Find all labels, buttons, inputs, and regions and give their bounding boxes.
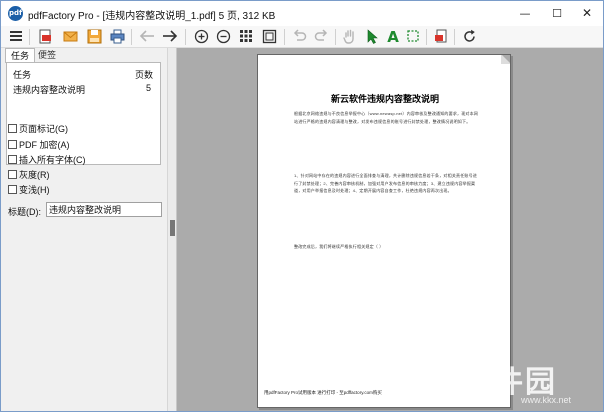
watermark-url: www.kkx.net bbox=[521, 395, 572, 405]
back-arrow-icon[interactable] bbox=[138, 28, 156, 46]
zoom-out-icon[interactable] bbox=[214, 28, 232, 46]
title-bar: pdf pdfFactory Pro - [违规内容整改说明_1.pdf] 5 … bbox=[1, 1, 603, 26]
embed-fonts-checkbox[interactable]: 插入所有字体(C) bbox=[8, 155, 86, 166]
text-tool-icon[interactable]: A bbox=[384, 28, 402, 46]
pdffactory-logo-icon: pdf bbox=[8, 6, 23, 21]
toolbar: A bbox=[1, 26, 603, 48]
pdf-save-icon[interactable] bbox=[36, 28, 54, 46]
print-icon[interactable] bbox=[108, 28, 126, 46]
maximize-button[interactable]: ☐ bbox=[541, 1, 573, 26]
hand-tool-icon[interactable] bbox=[341, 28, 359, 46]
doc-title-label: 标题(D): bbox=[8, 207, 41, 217]
app-window: pdf pdfFactory Pro - [违规内容整改说明_1.pdf] 5 … bbox=[0, 0, 604, 412]
grayscale-label: 灰度(R) bbox=[19, 170, 50, 180]
left-pane: 任务 便签 任务 页数 违规内容整改说明 5 页面标记(G) PDF 加密(A)… bbox=[1, 48, 167, 411]
task-column-header[interactable]: 任务 bbox=[13, 68, 31, 81]
thumbnails-icon[interactable] bbox=[237, 28, 255, 46]
checkbox-icon[interactable] bbox=[8, 140, 17, 149]
document-footer: 用pdfFactory Pro试用版本 进行打印 - 至pdffactory.c… bbox=[264, 390, 382, 395]
pages-column-header[interactable]: 页数 bbox=[135, 68, 153, 81]
task-row-name[interactable]: 违规内容整改说明 bbox=[13, 83, 85, 96]
doc-title-input[interactable] bbox=[46, 202, 162, 217]
task-row-pages: 5 bbox=[146, 83, 152, 93]
minimize-button[interactable]: — bbox=[509, 1, 541, 26]
undo-icon[interactable] bbox=[290, 28, 308, 46]
pane-splitter[interactable] bbox=[167, 48, 177, 411]
crop-icon[interactable] bbox=[404, 28, 422, 46]
shrink-checkbox[interactable]: 变浅(H) bbox=[8, 185, 50, 196]
document-paragraph: 1、针对网站中存在的违规内容进行全面排查与清理，共计删除违规信息若干条，对相关责… bbox=[294, 173, 478, 194]
page-marks-checkbox[interactable]: 页面标记(G) bbox=[8, 124, 68, 135]
checkbox-icon[interactable] bbox=[8, 155, 17, 164]
checkbox-icon[interactable] bbox=[8, 185, 17, 194]
checkbox-icon[interactable] bbox=[8, 170, 17, 179]
page-marks-label: 页面标记(G) bbox=[19, 124, 68, 134]
grayscale-checkbox[interactable]: 灰度(R) bbox=[8, 170, 50, 181]
tab-note[interactable]: 便签 bbox=[33, 48, 61, 62]
document-paragraph: 根据北京网络违规与不良信息举报中心（www.newasp.net）内容审核及整改… bbox=[294, 111, 479, 124]
checkbox-icon[interactable] bbox=[8, 124, 17, 133]
close-button[interactable]: ✕ bbox=[571, 1, 603, 26]
pdf-encrypt-label: PDF 加密(A) bbox=[19, 140, 70, 150]
document-title: 新云软件违规内容整改说明 bbox=[330, 94, 439, 104]
save-icon[interactable] bbox=[85, 28, 103, 46]
embed-fonts-label: 插入所有字体(C) bbox=[19, 155, 86, 165]
fit-page-icon[interactable] bbox=[260, 28, 278, 46]
email-icon[interactable] bbox=[61, 28, 79, 46]
window-title: pdfFactory Pro - [违规内容整改说明_1.pdf] 5 页, 3… bbox=[28, 11, 276, 22]
select-arrow-icon[interactable] bbox=[363, 28, 381, 46]
document-paragraph: 整改完成后，我们将继续严格执行相关规定（ ） bbox=[294, 244, 384, 249]
delete-page-icon[interactable] bbox=[432, 28, 450, 46]
page-fold-corner bbox=[501, 55, 510, 64]
zoom-in-icon[interactable] bbox=[192, 28, 210, 46]
pdf-page[interactable]: 新云软件违规内容整改说明 根据北京网络违规与不良信息举报中心（www.newas… bbox=[257, 54, 511, 408]
pdf-encrypt-checkbox[interactable]: PDF 加密(A) bbox=[8, 140, 70, 151]
shrink-label: 变浅(H) bbox=[19, 185, 50, 195]
menu-icon[interactable] bbox=[7, 28, 25, 46]
redo-icon[interactable] bbox=[312, 28, 330, 46]
collapse-arrow-icon[interactable] bbox=[170, 220, 175, 236]
tab-task[interactable]: 任务 bbox=[5, 48, 36, 63]
refresh-icon[interactable] bbox=[460, 28, 478, 46]
forward-arrow-icon[interactable] bbox=[161, 28, 179, 46]
